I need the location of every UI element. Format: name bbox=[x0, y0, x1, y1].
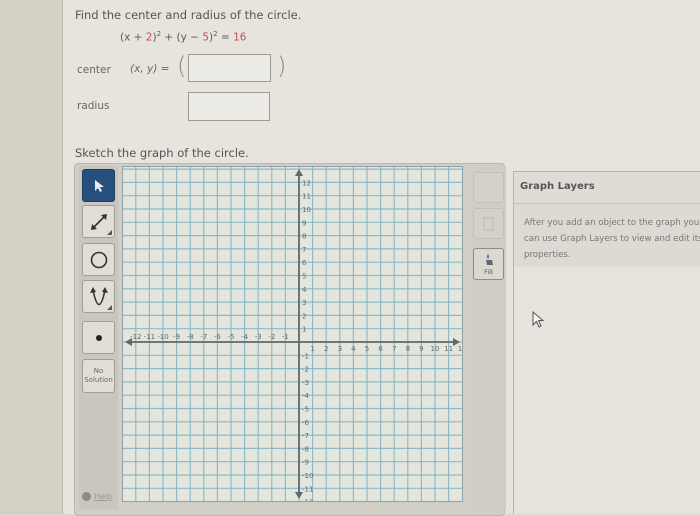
x-tick-label: 10 bbox=[431, 345, 440, 353]
radius-input[interactable] bbox=[188, 92, 270, 121]
y-tick-label: -11 bbox=[302, 485, 313, 493]
x-tick-label: -8 bbox=[187, 333, 194, 341]
help-label: Help bbox=[94, 492, 113, 501]
y-tick-label: 9 bbox=[302, 219, 306, 227]
x-tick-label: 4 bbox=[351, 345, 356, 353]
y-tick-label: -3 bbox=[302, 379, 309, 387]
y-tick-label: -1 bbox=[302, 352, 309, 360]
x-tick-label: 7 bbox=[392, 345, 396, 353]
x-tick-label: 9 bbox=[419, 345, 423, 353]
fill-button[interactable]: Fill bbox=[473, 248, 504, 280]
radius-label: radius bbox=[77, 100, 110, 112]
graph-layers-line: can use Graph Layers to view and edit it… bbox=[524, 234, 700, 244]
center-paren-open: ( bbox=[177, 52, 187, 80]
no-solution-button[interactable]: No Solution bbox=[82, 359, 115, 393]
graph-layers-line: properties. bbox=[524, 250, 571, 260]
graph-layers-description: After you add an object to the graph you… bbox=[524, 215, 700, 263]
center-paren-close: ) bbox=[277, 52, 287, 80]
sketch-prompt: Sketch the graph of the circle. bbox=[75, 146, 249, 160]
graph-layers-line: After you add an object to the graph you bbox=[524, 218, 700, 228]
y-tick-label: 7 bbox=[302, 246, 306, 254]
y-tick-label: -2 bbox=[302, 366, 309, 374]
y-tick-label: -9 bbox=[302, 459, 309, 467]
trash-icon bbox=[482, 217, 495, 231]
x-tick-label: -9 bbox=[173, 333, 180, 341]
y-tick-label: 6 bbox=[302, 259, 307, 267]
fill-bucket-icon bbox=[485, 253, 493, 265]
y-axis-up-arrow-icon bbox=[295, 169, 303, 176]
x-tick-label: 3 bbox=[338, 345, 342, 353]
eq-part: + (y − bbox=[161, 31, 203, 44]
x-tick-label: -5 bbox=[228, 333, 235, 341]
point-tool-button[interactable] bbox=[82, 321, 115, 354]
x-tick-label: -4 bbox=[241, 333, 249, 341]
x-tick-label: 12 bbox=[458, 345, 462, 353]
graph-layers-list bbox=[513, 267, 700, 514]
x-tick-label: 1 bbox=[310, 345, 314, 353]
y-tick-label: 5 bbox=[302, 273, 306, 281]
y-tick-label: 11 bbox=[302, 193, 311, 201]
delete-button[interactable] bbox=[473, 208, 504, 239]
y-tick-label: -7 bbox=[302, 432, 309, 440]
y-tick-label: 2 bbox=[302, 312, 306, 320]
circle-icon bbox=[90, 251, 107, 268]
y-tick-label: -5 bbox=[302, 406, 309, 414]
center-label: center bbox=[77, 64, 111, 76]
x-tick-label: -2 bbox=[268, 333, 275, 341]
y-tick-label: 8 bbox=[302, 233, 306, 241]
submenu-indicator-icon bbox=[107, 230, 112, 235]
submenu-indicator-icon bbox=[107, 305, 112, 310]
y-tick-label: 1 bbox=[302, 326, 306, 334]
y-tick-label: -6 bbox=[302, 419, 310, 427]
graph-layers-header[interactable]: Graph Layers bbox=[514, 171, 700, 204]
no-solution-line2: Solution bbox=[84, 376, 113, 384]
help-link[interactable]: Help bbox=[82, 492, 112, 501]
y-tick-label: 4 bbox=[302, 286, 307, 294]
fill-label: Fill bbox=[484, 267, 493, 276]
point-icon bbox=[95, 334, 102, 341]
select-tool-button[interactable] bbox=[82, 169, 115, 202]
eq-part: (x + bbox=[120, 31, 146, 44]
y-tick-label: -8 bbox=[302, 445, 309, 453]
graph-layers-title: Graph Layers bbox=[520, 181, 595, 192]
eq-k-value: 5 bbox=[202, 31, 210, 44]
x-tick-label: 11 bbox=[444, 345, 453, 353]
line-tool-button[interactable] bbox=[82, 205, 115, 238]
y-tick-label: 10 bbox=[302, 206, 311, 214]
y-tick-label: 3 bbox=[302, 299, 306, 307]
disabled-tool-button[interactable] bbox=[473, 172, 504, 203]
y-tick-label: 12 bbox=[302, 179, 311, 187]
circle-tool-button[interactable] bbox=[82, 243, 115, 276]
no-solution-label: No Solution bbox=[84, 367, 113, 385]
x-tick-label: -1 bbox=[282, 333, 289, 341]
x-tick-label: 8 bbox=[406, 345, 410, 353]
y-tick-label: -10 bbox=[302, 472, 313, 480]
x-tick-label: 5 bbox=[365, 345, 369, 353]
graph-layers-panel: Graph Layers After you add an object to … bbox=[513, 171, 700, 267]
x-tick-label: -7 bbox=[200, 333, 207, 341]
center-xy-prefix: (x, y) = bbox=[130, 63, 170, 75]
x-tick-label: -11 bbox=[144, 333, 155, 341]
x-tick-label: 2 bbox=[324, 345, 328, 353]
y-tick-label: -12 bbox=[302, 499, 313, 501]
x-tick-label: 6 bbox=[378, 345, 383, 353]
question-title: Find the center and radius of the circle… bbox=[75, 8, 302, 22]
x-tick-label: -6 bbox=[214, 333, 222, 341]
left-margin bbox=[0, 0, 63, 514]
eq-part: = bbox=[217, 31, 234, 44]
no-solution-line1: No bbox=[93, 367, 104, 375]
graph-canvas[interactable]: -12 -11 -10 -9 -8 -7 -6 -5 -4 -3 -2 -1 1 2 3 4 5 6 7 8 9 10 11… bbox=[122, 166, 467, 507]
parabola-tool-button[interactable] bbox=[82, 280, 115, 313]
circle-equation: (x + 2)2 + (y − 5)2 = 16 bbox=[120, 30, 246, 44]
x-tick-label: -3 bbox=[255, 333, 262, 341]
arrow-pointer-icon bbox=[94, 179, 104, 192]
eq-rhs-value: 16 bbox=[233, 31, 247, 44]
y-tick-label: -4 bbox=[302, 392, 310, 400]
mouse-cursor-icon bbox=[532, 311, 545, 328]
center-input[interactable] bbox=[188, 54, 271, 82]
coordinate-grid[interactable]: -12 -11 -10 -9 -8 -7 -6 -5 -4 -3 -2 -11 2 3 4 5 6 7 8 9 10 11… bbox=[123, 167, 467, 507]
x-tick-label: -10 bbox=[157, 333, 168, 341]
help-icon bbox=[82, 492, 91, 501]
x-tick-label: -12 bbox=[130, 333, 141, 341]
